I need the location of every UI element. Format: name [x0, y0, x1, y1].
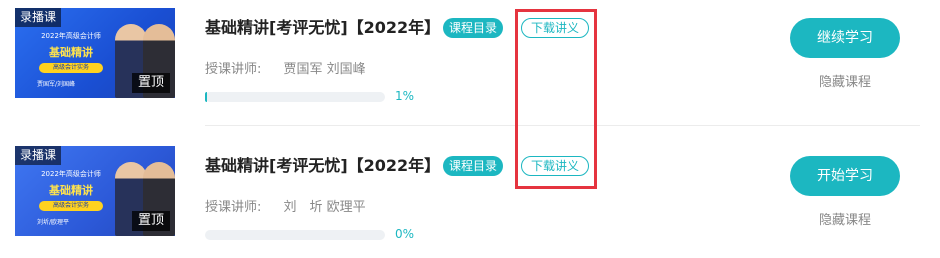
progress-text: 0%: [395, 227, 415, 241]
continue-study-button[interactable]: 继续学习: [790, 18, 900, 58]
teacher-label: 授课讲师:: [205, 200, 262, 215]
course-catalog-button[interactable]: 课程目录: [443, 18, 503, 38]
start-study-button[interactable]: 开始学习: [790, 156, 900, 196]
teacher-info: 授课讲师: 刘 圻 欧理平: [205, 196, 366, 215]
teacher-names: 贾国军 刘国峰: [283, 62, 366, 77]
thumbnail-title: 基础精讲: [49, 184, 93, 197]
course-thumbnail[interactable]: 录播课 2022年高级会计师 基础精讲 高级会计实务 刘圻/欧理平 置顶: [15, 146, 175, 236]
hide-course-link[interactable]: 隐藏课程: [790, 209, 900, 228]
progress-bar-fill: [205, 92, 207, 102]
hide-course-link[interactable]: 隐藏课程: [790, 71, 900, 90]
progress-bar: [205, 230, 385, 240]
thumbnail-teacher-names: 贾国军/刘国峰: [37, 81, 76, 88]
teacher-names: 刘 圻 欧理平: [283, 200, 366, 215]
course-title[interactable]: 基础精讲[考评无忧]【2022年】: [205, 152, 440, 176]
recorded-course-tag: 录播课: [15, 8, 62, 27]
course-card: 录播课 2022年高级会计师 基础精讲 高级会计实务 贾国军/刘国峰 置顶 基础…: [0, 0, 940, 120]
highlight-annotation-box: [515, 9, 597, 189]
pin-to-top-button[interactable]: 置顶: [131, 73, 170, 93]
teacher-info: 授课讲师: 贾国军 刘国峰: [205, 58, 366, 77]
thumbnail-subject-pill: 高级会计实务: [39, 201, 103, 211]
course-title[interactable]: 基础精讲[考评无忧]【2022年】: [205, 14, 440, 38]
course-card: 录播课 2022年高级会计师 基础精讲 高级会计实务 刘圻/欧理平 置顶 基础精…: [0, 138, 940, 258]
pin-to-top-button[interactable]: 置顶: [131, 211, 170, 231]
thumbnail-teacher-names: 刘圻/欧理平: [37, 219, 70, 226]
recorded-course-tag: 录播课: [15, 146, 62, 165]
progress-text: 1%: [395, 89, 415, 103]
course-thumbnail[interactable]: 录播课 2022年高级会计师 基础精讲 高级会计实务 贾国军/刘国峰 置顶: [15, 8, 175, 98]
thumbnail-subtitle: 2022年高级会计师: [41, 32, 101, 40]
thumbnail-title: 基础精讲: [49, 46, 93, 59]
progress-bar: [205, 92, 385, 102]
teacher-label: 授课讲师:: [205, 62, 262, 77]
thumbnail-subject-pill: 高级会计实务: [39, 63, 103, 73]
thumbnail-subtitle: 2022年高级会计师: [41, 170, 101, 178]
course-catalog-button[interactable]: 课程目录: [443, 156, 503, 176]
